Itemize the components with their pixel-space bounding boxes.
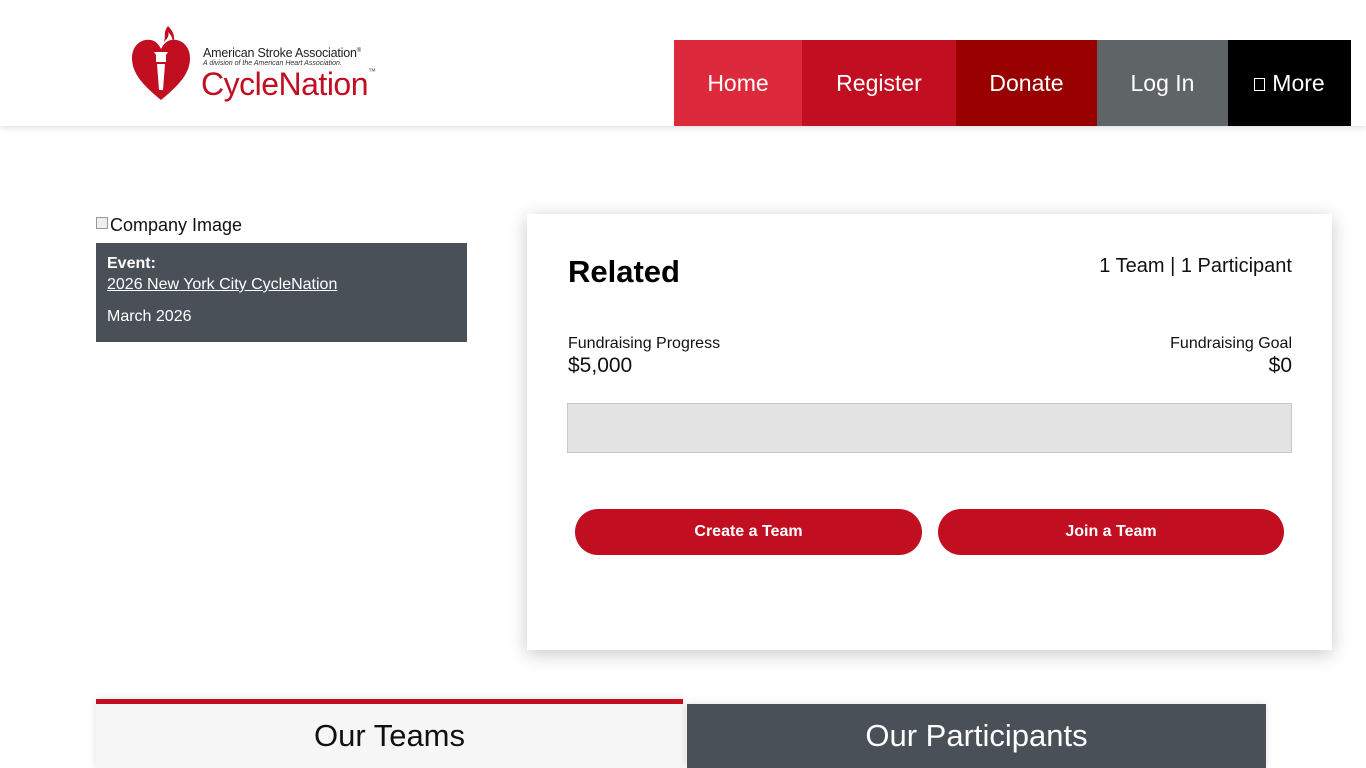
logo-brand-text: CycleNation™ [201, 66, 376, 102]
nav-register[interactable]: Register [802, 40, 956, 126]
fundraising-progress-label: Fundraising Progress [568, 335, 721, 352]
fundraising-goal-value: $0 [1268, 354, 1292, 377]
related-card: Related 1 Team | 1 Participant Fundraisi… [527, 214, 1332, 650]
cyclenation-logo[interactable]: American Stroke Association® A division … [130, 24, 400, 108]
broken-image-icon [96, 216, 108, 229]
fundraising-progress-value: $5,000 [568, 354, 633, 377]
event-link[interactable]: 2026 New York City CycleNation [107, 276, 456, 294]
team-participant-counts: 1 Team | 1 Participant [1099, 255, 1292, 277]
main-nav: Home Register Donate Log In More [674, 40, 1351, 126]
fundraising-goal-label: Fundraising Goal [1170, 335, 1292, 352]
tab-our-participants[interactable]: Our Participants [687, 704, 1266, 768]
tab-our-teams[interactable]: Our Teams [96, 699, 683, 768]
event-info-panel: Event: 2026 New York City CycleNation Ma… [96, 243, 467, 342]
event-label: Event: [107, 255, 156, 272]
logo-org-text: American Stroke Association® [203, 46, 361, 60]
grid-icon [1254, 77, 1266, 91]
nav-home[interactable]: Home [674, 40, 802, 126]
nav-donate[interactable]: Donate [956, 40, 1097, 126]
nav-more-label: More [1272, 69, 1325, 96]
fundraising-progress-bar [567, 403, 1292, 453]
nav-login[interactable]: Log In [1097, 40, 1228, 126]
company-image: Company Image [96, 215, 242, 236]
join-team-button[interactable]: Join a Team [938, 509, 1284, 555]
event-date: March 2026 [107, 308, 192, 325]
nav-more[interactable]: More [1228, 40, 1351, 126]
company-image-alt: Company Image [110, 215, 243, 235]
card-title: Related [568, 254, 680, 289]
torch-heart-icon [132, 26, 190, 100]
site-header: American Stroke Association® A division … [0, 0, 1366, 126]
create-team-button[interactable]: Create a Team [575, 509, 922, 555]
